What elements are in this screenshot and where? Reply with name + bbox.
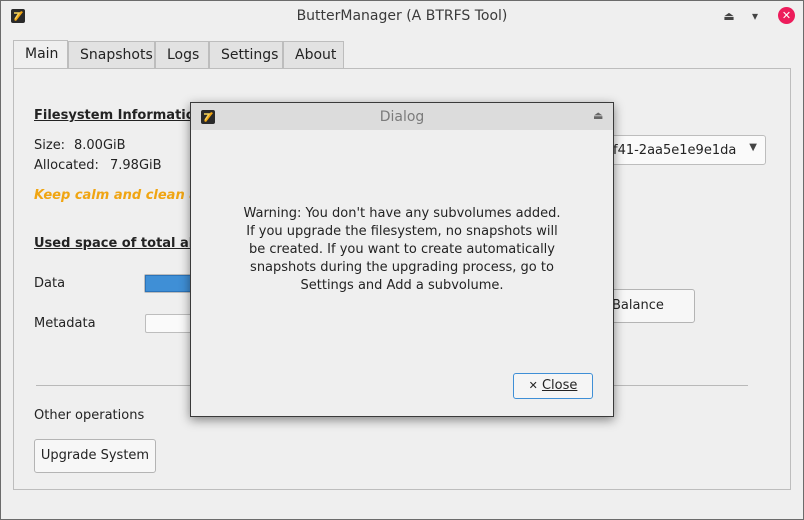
dialog-close-button[interactable]: ✕ Close: [513, 373, 593, 399]
minimize-icon[interactable]: ▾: [746, 7, 764, 25]
other-operations-label: Other operations: [34, 408, 145, 423]
metadata-usage-bar: [145, 314, 195, 333]
allocated-label: Allocated:: [34, 158, 99, 173]
size-value: 8.00GiB: [74, 138, 126, 153]
tab-main[interactable]: Main: [13, 40, 68, 69]
tab-snapshots[interactable]: Snapshots: [68, 41, 155, 68]
allocated-value: 7.98GiB: [110, 158, 162, 173]
data-usage-fill: [145, 275, 193, 292]
tab-settings[interactable]: Settings: [209, 41, 283, 68]
data-usage-bar: [144, 274, 194, 293]
warning-dialog: Dialog ⏏ Warning: You don't have any sub…: [190, 102, 614, 417]
used-space-heading: Used space of total alloc: [34, 236, 215, 251]
data-label: Data: [34, 276, 66, 291]
dialog-menu-icon[interactable]: ⏏: [593, 109, 603, 122]
title-bar: ButterManager (A BTRFS Tool) ⏏ ▾ ✕: [1, 1, 803, 31]
chevron-down-icon: ▼: [749, 142, 757, 153]
metadata-label: Metadata: [34, 316, 96, 331]
filesystem-info-heading: Filesystem Information: [34, 108, 204, 123]
close-x-icon: ✕: [528, 379, 538, 392]
dialog-message: Warning: You don't have any subvolumes a…: [243, 206, 561, 293]
window-menu-icon[interactable]: ⏏: [720, 7, 738, 25]
close-window-icon[interactable]: ✕: [778, 7, 795, 24]
filesystem-uuid-select[interactable]: f41-2aa5e1e9e1da ▼: [594, 135, 766, 165]
dialog-title-bar: Dialog ⏏: [191, 103, 613, 130]
dialog-title: Dialog: [379, 109, 425, 125]
size-label: Size:: [34, 138, 66, 153]
dialog-close-label: Close: [541, 378, 578, 393]
uuid-selected-value: f41-2aa5e1e9e1da: [613, 143, 737, 158]
window-title: ButterManager (A BTRFS Tool): [296, 8, 508, 24]
upgrade-system-button[interactable]: Upgrade System: [34, 439, 156, 473]
tab-about[interactable]: About: [283, 41, 344, 68]
tab-logs[interactable]: Logs: [155, 41, 209, 68]
